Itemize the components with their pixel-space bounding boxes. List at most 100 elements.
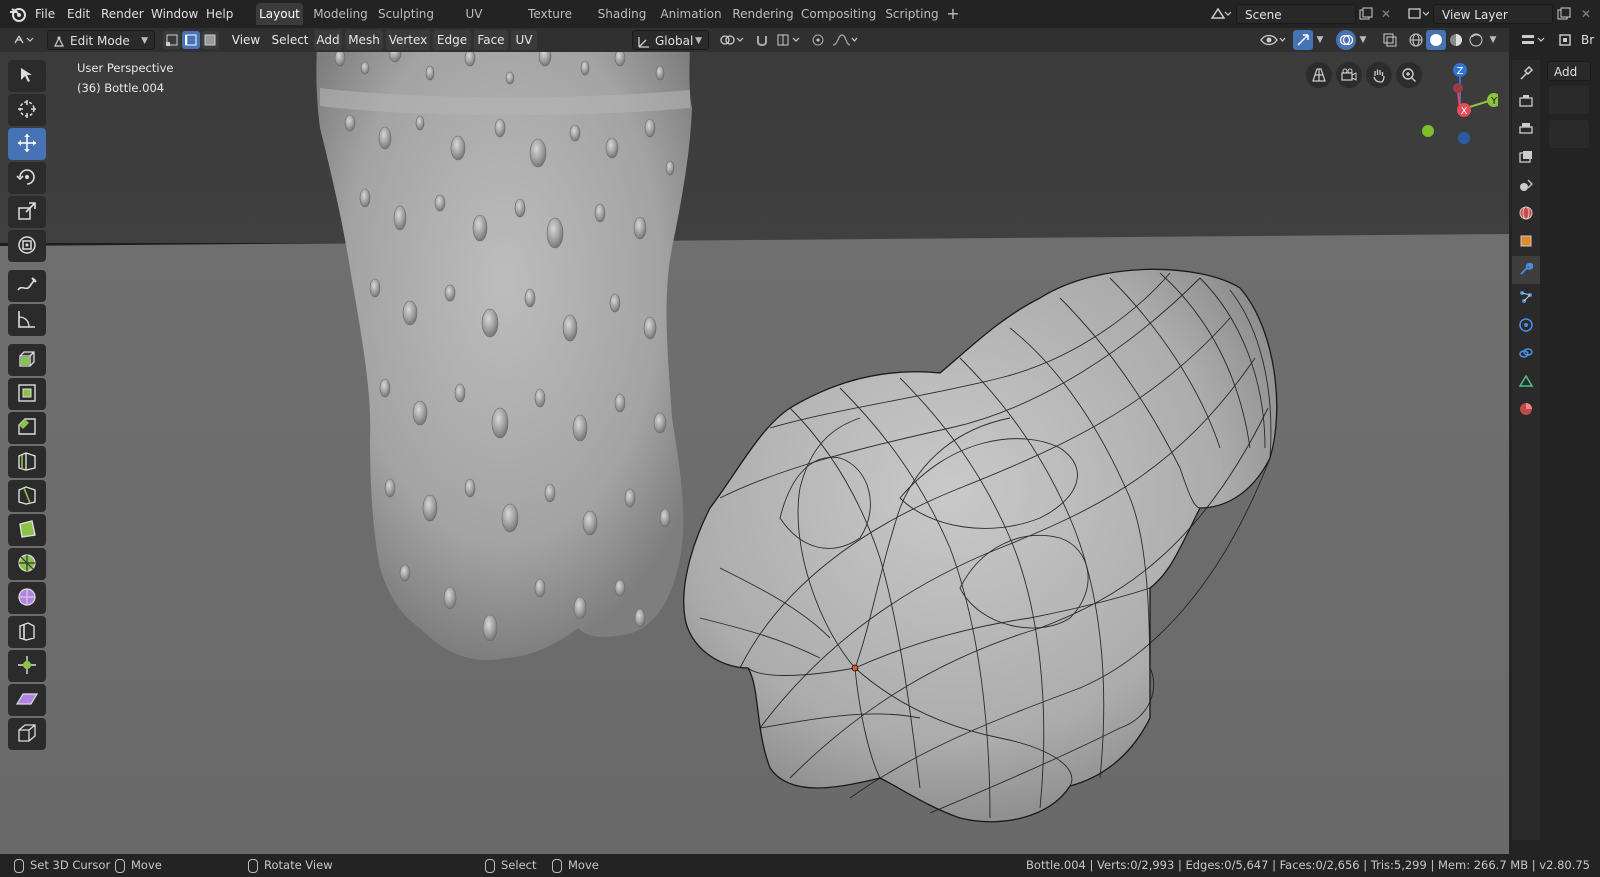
face-select-icon[interactable] [201, 31, 219, 49]
tab-scripting[interactable]: Scripting [884, 3, 940, 25]
tab-sculpting[interactable]: Sculpting [377, 3, 435, 25]
tab-texture-paint[interactable]: Texture Paint [514, 3, 586, 43]
overlays-toggle-icon[interactable] [1336, 30, 1356, 50]
rendered-shading-icon[interactable] [1466, 30, 1486, 50]
navigation-gizmo[interactable]: Z Y X [1418, 58, 1498, 144]
scale-tool[interactable] [8, 196, 46, 228]
menu-help[interactable]: Help [206, 4, 233, 24]
shrink-fatten-tool[interactable] [8, 650, 46, 682]
menu-select[interactable]: Select [268, 30, 312, 50]
menu-window[interactable]: Window [151, 4, 198, 24]
select-box-tool[interactable] [8, 60, 46, 92]
blender-logo-icon[interactable] [8, 4, 28, 24]
menu-face[interactable]: Face [474, 30, 508, 50]
pan-hand-icon[interactable] [1366, 62, 1392, 88]
snap-icon[interactable] [752, 30, 772, 50]
modifier-tab[interactable] [1512, 256, 1540, 284]
tool-tab[interactable] [1512, 60, 1540, 88]
view-layer-name-field[interactable]: View Layer [1433, 4, 1553, 24]
view-layer-selector-icon[interactable] [1404, 4, 1432, 24]
camera-view-icon[interactable] [1336, 62, 1362, 88]
material-tab[interactable] [1512, 396, 1540, 424]
measure-tool[interactable] [8, 304, 46, 336]
axis-z-label: Z [1457, 66, 1464, 77]
menu-vertex[interactable]: Vertex [386, 30, 430, 50]
menu-file[interactable]: File [35, 4, 55, 24]
menu-uv[interactable]: UV [511, 30, 537, 50]
render-tab[interactable] [1512, 88, 1540, 116]
visibility-icon[interactable] [1258, 30, 1288, 50]
inset-tool[interactable] [8, 378, 46, 410]
tab-rendering[interactable]: Rendering [732, 3, 794, 25]
edge-slide-tool[interactable] [8, 616, 46, 648]
poly-build-icon [16, 518, 38, 543]
physics-tab[interactable] [1512, 312, 1540, 340]
scene-selector-icon[interactable] [1206, 4, 1234, 24]
rip-tool[interactable] [8, 718, 46, 750]
solid-shading-icon[interactable] [1426, 30, 1446, 50]
knife-tool[interactable] [8, 480, 46, 512]
data-tab[interactable] [1512, 368, 1540, 396]
pin-icon[interactable] [1555, 30, 1575, 50]
tab-animation[interactable]: Animation [657, 3, 725, 25]
menu-edit[interactable]: Edit [67, 4, 90, 24]
transform-tool[interactable] [8, 230, 46, 262]
toggle-camera-grid-icon[interactable] [1306, 62, 1332, 88]
world-tab[interactable] [1512, 200, 1540, 228]
menu-view[interactable]: View [226, 30, 266, 50]
scene-tab[interactable] [1512, 172, 1540, 200]
tab-shading[interactable]: Shading [596, 3, 648, 25]
chevron-down-icon[interactable]: ▼ [1356, 30, 1370, 50]
falloff-icon[interactable] [830, 30, 860, 50]
delete-view-layer-icon[interactable]: ✕ [1576, 4, 1596, 24]
spin-tool[interactable] [8, 548, 46, 580]
properties-editor-type-icon[interactable] [1519, 30, 1549, 50]
3d-viewport[interactable]: User Perspective (36) Bottle.004 Z Y X [0, 28, 1509, 854]
tab-modeling[interactable]: Modeling [312, 3, 369, 25]
menu-render[interactable]: Render [101, 4, 144, 24]
cursor-tool[interactable] [8, 94, 46, 126]
menu-mesh[interactable]: Mesh [345, 30, 383, 50]
status-set-cursor: Set 3D Cursor [14, 854, 110, 877]
shear-tool[interactable] [8, 684, 46, 716]
proportional-editing-icon[interactable] [808, 30, 828, 50]
object-tab[interactable] [1512, 228, 1540, 256]
scene-name-field[interactable]: Scene [1236, 4, 1356, 24]
move-tool[interactable] [8, 128, 46, 160]
delete-scene-icon[interactable]: ✕ [1376, 4, 1396, 24]
add-dropdown[interactable]: Add ▼ [1547, 61, 1591, 99]
transform-orientation-dropdown[interactable]: Global ▼ [632, 30, 709, 50]
output-tab[interactable] [1512, 116, 1540, 144]
status-move-2-label: Move [568, 858, 599, 872]
particles-tab[interactable] [1512, 284, 1540, 312]
rotate-tool[interactable] [8, 162, 46, 194]
new-scene-icon[interactable] [1356, 4, 1376, 24]
tab-layout[interactable]: Layout [256, 3, 303, 25]
chevron-down-icon[interactable]: ▼ [1313, 30, 1327, 50]
poly-build-tool[interactable] [8, 514, 46, 546]
editor-type-icon[interactable] [10, 30, 40, 50]
constraints-tab[interactable] [1512, 340, 1540, 368]
vertex-select-icon[interactable] [163, 31, 181, 49]
add-workspace-icon[interactable]: + [944, 3, 962, 25]
gizmo-toggle-icon[interactable] [1293, 30, 1313, 50]
annotate-tool[interactable] [8, 270, 46, 302]
extrude-tool[interactable] [8, 344, 46, 376]
tab-compositing[interactable]: Compositing [801, 3, 876, 25]
menu-edge[interactable]: Edge [433, 30, 471, 50]
view-layer-tab[interactable] [1512, 144, 1540, 172]
loop-cut-tool[interactable] [8, 446, 46, 478]
wireframe-shading-icon[interactable] [1406, 30, 1426, 50]
menu-add[interactable]: Add [314, 30, 342, 50]
new-view-layer-icon[interactable] [1554, 4, 1574, 24]
edge-select-icon[interactable] [182, 31, 200, 49]
xray-toggle-icon[interactable] [1380, 30, 1400, 50]
mode-dropdown[interactable]: Edit Mode ▼ [47, 30, 155, 50]
pivot-point-icon[interactable] [717, 30, 747, 50]
tab-uv-editing[interactable]: UV Editing [443, 3, 505, 43]
chevron-down-icon[interactable]: ▼ [1486, 30, 1500, 50]
smooth-tool[interactable] [8, 582, 46, 614]
material-preview-icon[interactable] [1446, 30, 1466, 50]
snap-target-icon[interactable] [774, 30, 804, 50]
bevel-tool[interactable] [8, 412, 46, 444]
